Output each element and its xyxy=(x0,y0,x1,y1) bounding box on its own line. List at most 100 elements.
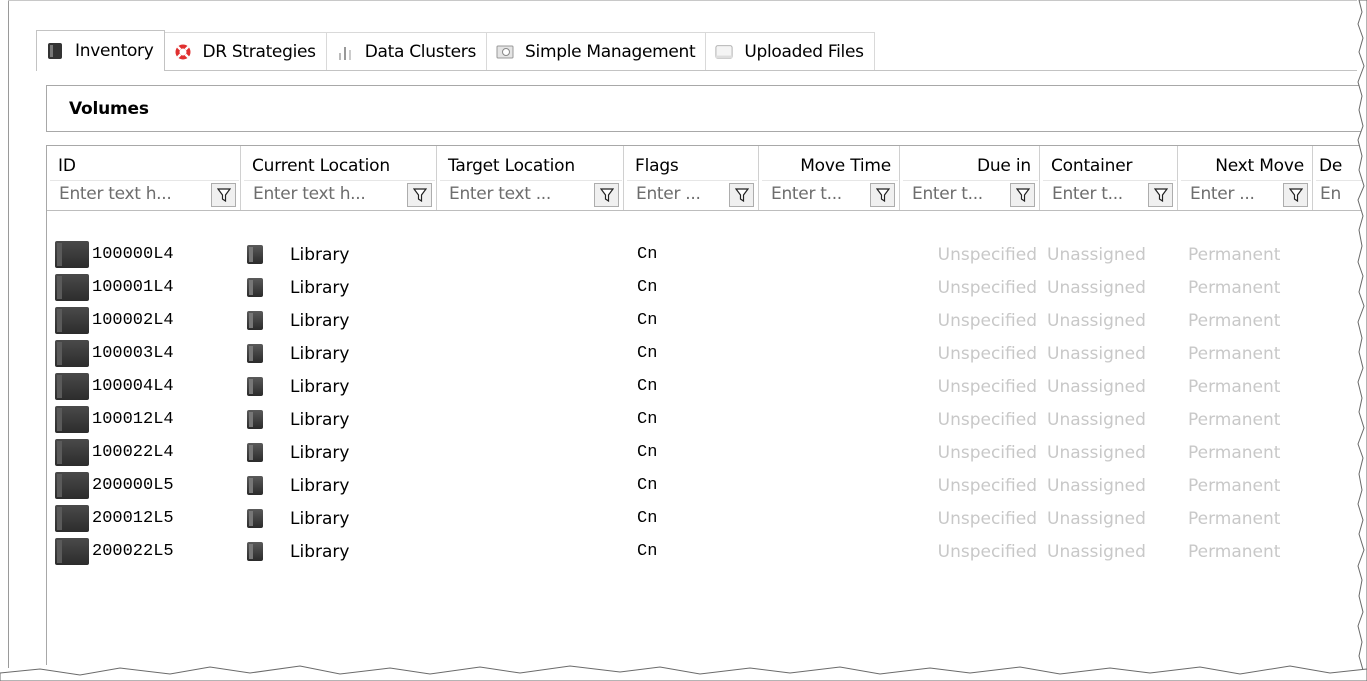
tab-simple-management[interactable]: Simple Management xyxy=(486,32,707,70)
column-container[interactable]: Container Enter t... xyxy=(1040,146,1178,210)
table-row[interactable]: 200022L5 Library Cn Unspecified Unassigned Pe… xyxy=(47,535,1367,568)
cell-due-in: Unspecified xyxy=(900,238,1037,271)
cell-move-time xyxy=(765,502,895,535)
cell-container: Unassigned xyxy=(1047,337,1177,370)
cell-container: Unassigned xyxy=(1047,502,1177,535)
filter-icon[interactable] xyxy=(1148,183,1173,207)
cell-container-value: Unassigned xyxy=(1047,376,1146,397)
volumes-panel-header: Volumes xyxy=(46,85,1366,132)
filter-input-next-move[interactable]: Enter ... xyxy=(1190,184,1255,204)
library-icon xyxy=(247,311,263,330)
filter-input-de[interactable]: En xyxy=(1320,184,1341,204)
filter-input-current-location[interactable]: Enter text h... xyxy=(253,184,365,204)
filter-icon[interactable] xyxy=(870,183,895,207)
tab-dr-strategies[interactable]: DR Strategies xyxy=(163,32,327,70)
filter-icon[interactable] xyxy=(1283,183,1308,207)
header-divider xyxy=(47,210,1367,211)
cell-due-in-value: Unspecified xyxy=(937,475,1037,496)
cell-due-in-value: Unspecified xyxy=(937,442,1037,463)
table-row[interactable]: 100004L4 Library Cn Unspecified Unassigned Pe… xyxy=(47,370,1367,403)
cell-move-time xyxy=(765,370,895,403)
filter-input-target-location[interactable]: Enter text ... xyxy=(449,184,551,204)
cell-move-time xyxy=(765,304,895,337)
table-row[interactable]: 200000L5 Library Cn Unspecified Unassigned Pe… xyxy=(47,469,1367,502)
cell-container: Unassigned xyxy=(1047,535,1177,568)
filter-icon[interactable] xyxy=(211,183,236,207)
tab-inventory[interactable]: Inventory xyxy=(36,30,165,71)
cell-due-in: Unspecified xyxy=(900,436,1037,469)
cell-due-in: Unspecified xyxy=(900,502,1037,535)
column-flags[interactable]: Flags Enter ... xyxy=(624,146,759,210)
table-row[interactable]: 100002L4 Library Cn Unspecified Unassigned Pe… xyxy=(47,304,1367,337)
tab-uploaded-files[interactable]: Uploaded Files xyxy=(705,32,875,70)
tape-volume-icon xyxy=(55,373,89,400)
column-due-in[interactable]: Due in Enter t... xyxy=(900,146,1040,210)
filter-icon[interactable] xyxy=(729,183,754,207)
cell-id-value: 200012L5 xyxy=(92,509,174,528)
column-next-move[interactable]: Next Move Enter ... xyxy=(1178,146,1313,210)
cell-id: 100002L4 xyxy=(55,304,241,337)
filter-input-id[interactable]: Enter text h... xyxy=(59,184,171,204)
column-current-location[interactable]: Current Location Enter text h... xyxy=(241,146,437,210)
table-row[interactable]: 100022L4 Library Cn Unspecified Unassigned Pe… xyxy=(47,436,1367,469)
tab-label: Simple Management xyxy=(525,41,696,62)
cell-due-in: Unspecified xyxy=(900,304,1037,337)
filter-input-move-time[interactable]: Enter t... xyxy=(771,184,842,204)
cell-next-move-value: Permanent xyxy=(1188,442,1281,463)
table-row[interactable]: 100012L4 Library Cn Unspecified Unassigned Pe… xyxy=(47,403,1367,436)
filter-input-due-in[interactable]: Enter t... xyxy=(912,184,983,204)
table-row[interactable]: 100000L4 Library Cn Unspecified Unassigned Pe… xyxy=(47,238,1367,271)
filter-icon[interactable] xyxy=(1010,183,1035,207)
cell-target-location xyxy=(443,337,623,370)
column-move-time[interactable]: Move Time Enter t... xyxy=(759,146,900,210)
tape-volume-icon xyxy=(55,406,89,433)
table-row[interactable]: 200012L5 Library Cn Unspecified Unassigned Pe… xyxy=(47,502,1367,535)
filter-icon[interactable] xyxy=(594,183,619,207)
cell-current-location-value: Library xyxy=(290,244,350,265)
cell-id: 200022L5 xyxy=(55,535,241,568)
cell-id: 100004L4 xyxy=(55,370,241,403)
cell-next-move-value: Permanent xyxy=(1188,343,1281,364)
cell-container-value: Unassigned xyxy=(1047,244,1146,265)
cell-current-location-value: Library xyxy=(290,409,350,430)
cell-target-location xyxy=(443,304,623,337)
cell-next-move-value: Permanent xyxy=(1188,541,1281,562)
cell-current-location: Library xyxy=(247,502,437,535)
cell-flags: Cn xyxy=(637,436,757,469)
cell-next-move: Permanent xyxy=(1188,238,1313,271)
filter-input-container[interactable]: Enter t... xyxy=(1052,184,1123,204)
cell-target-location xyxy=(443,535,623,568)
bar-chart-icon xyxy=(336,43,354,61)
torn-edge-bottom xyxy=(0,665,1367,681)
cell-next-move-value: Permanent xyxy=(1188,409,1281,430)
cell-due-in: Unspecified xyxy=(900,535,1037,568)
cell-next-move: Permanent xyxy=(1188,337,1313,370)
column-id[interactable]: ID Enter text h... xyxy=(47,146,241,210)
panel-title: Volumes xyxy=(69,99,149,119)
column-title: Next Move xyxy=(1215,156,1304,176)
cell-container-value: Unassigned xyxy=(1047,343,1146,364)
cell-current-location: Library xyxy=(247,271,437,304)
cell-next-move: Permanent xyxy=(1188,304,1313,337)
library-icon xyxy=(247,344,263,363)
filter-icon[interactable] xyxy=(407,183,432,207)
tape-volume-icon xyxy=(55,472,89,499)
tape-volume-icon xyxy=(55,439,89,466)
lifebuoy-icon xyxy=(174,43,192,61)
table-row[interactable]: 100001L4 Library Cn Unspecified Unassigned Pe… xyxy=(47,271,1367,304)
cell-move-time xyxy=(765,403,895,436)
cell-flags: Cn xyxy=(637,502,757,535)
column-target-location[interactable]: Target Location Enter text ... xyxy=(437,146,624,210)
cell-due-in-value: Unspecified xyxy=(937,277,1037,298)
filter-input-flags[interactable]: Enter ... xyxy=(636,184,701,204)
cell-flags-value: Cn xyxy=(637,542,658,561)
cell-container-value: Unassigned xyxy=(1047,442,1146,463)
column-title: De xyxy=(1319,156,1343,176)
table-row[interactable]: 100003L4 Library Cn Unspecified Unassigned Pe… xyxy=(47,337,1367,370)
cell-move-time xyxy=(765,436,895,469)
cell-next-move: Permanent xyxy=(1188,271,1313,304)
cell-container-value: Unassigned xyxy=(1047,508,1146,529)
library-icon xyxy=(247,509,263,528)
column-title: Flags xyxy=(635,156,679,176)
tab-data-clusters[interactable]: Data Clusters xyxy=(325,32,488,70)
